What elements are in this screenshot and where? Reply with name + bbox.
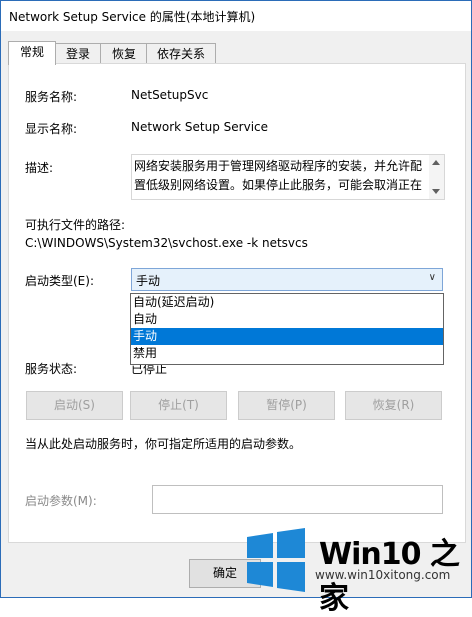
scroll-down-icon[interactable]	[432, 189, 440, 194]
resume-button[interactable]: 恢复(R)	[345, 391, 442, 420]
windows-logo-icon	[247, 528, 305, 592]
startup-type-label: 启动类型(E):	[25, 274, 94, 288]
exe-path-value: C:\WINDOWS\System32\svchost.exe -k netsv…	[25, 236, 308, 250]
general-panel: 服务名称: NetSetupSvc 显示名称: Network Setup Se…	[8, 63, 466, 543]
service-name-label: 服务名称:	[25, 90, 78, 104]
properties-window: Network Setup Service 的属性(本地计算机) 常规 登录 恢…	[0, 0, 472, 598]
watermark-url: www.win10xitong.com	[315, 568, 451, 582]
pause-button[interactable]: 暂停(P)	[238, 391, 335, 420]
start-button[interactable]: 启动(S)	[26, 391, 123, 420]
tab-dependencies[interactable]: 依存关系	[146, 43, 216, 64]
option-disabled[interactable]: 禁用	[131, 345, 443, 362]
option-auto[interactable]: 自动	[131, 311, 443, 328]
description-text: 网络安装服务用于管理网络驱动程序的安装，并允许配置低级别网络设置。如果停止此服务…	[134, 159, 423, 192]
title-bar[interactable]: Network Setup Service 的属性(本地计算机)	[1, 1, 471, 31]
scroll-up-icon[interactable]	[432, 160, 440, 165]
stop-button[interactable]: 停止(T)	[130, 391, 227, 420]
description-box[interactable]: 网络安装服务用于管理网络驱动程序的安装，并允许配置低级别网络设置。如果停止此服务…	[131, 154, 445, 200]
startup-type-value: 手动	[136, 274, 161, 288]
exe-path-label: 可执行文件的路径:	[25, 218, 126, 232]
option-auto-delayed[interactable]: 自动(延迟启动)	[131, 294, 443, 311]
window-title: Network Setup Service 的属性(本地计算机)	[9, 10, 256, 24]
start-params-input[interactable]	[152, 485, 443, 514]
tab-general[interactable]: 常规	[8, 41, 56, 65]
watermark: Win10 之家 www.win10xitong.com	[241, 523, 470, 616]
startup-type-select[interactable]: 手动 ∨	[131, 268, 443, 291]
display-name-label: 显示名称:	[25, 122, 78, 136]
hint-text: 当从此处启动服务时，你可指定所适用的启动参数。	[25, 437, 302, 451]
option-manual[interactable]: 手动	[131, 328, 443, 345]
start-params-label: 启动参数(M):	[25, 494, 97, 508]
startup-type-dropdown: 自动(延迟启动) 自动 手动 禁用	[130, 293, 444, 365]
display-name-value[interactable]: Network Setup Service	[131, 120, 268, 134]
chevron-down-icon: ∨	[428, 272, 436, 283]
description-label: 描述:	[25, 161, 54, 175]
service-status-label: 服务状态:	[25, 362, 78, 376]
tab-recovery[interactable]: 恢复	[100, 43, 148, 64]
service-name-value: NetSetupSvc	[131, 88, 209, 102]
tab-logon[interactable]: 登录	[54, 43, 102, 64]
description-scrollbar[interactable]	[429, 155, 444, 199]
